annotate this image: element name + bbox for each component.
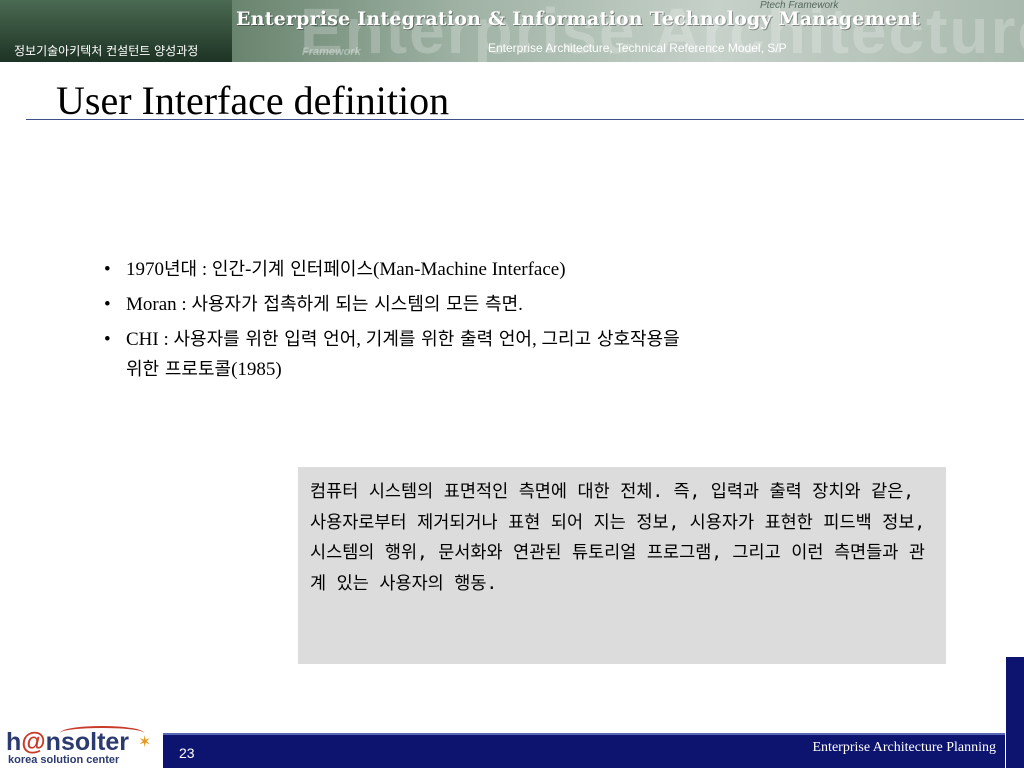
bullet-dot-icon: •	[104, 294, 111, 315]
bullet-dot-icon: •	[104, 329, 111, 350]
header-watermark-small: Framework	[302, 46, 361, 58]
footer-bar: 23 Enterprise Architecture Planning	[163, 735, 1005, 768]
slide-title: User Interface definition	[56, 78, 450, 123]
bullet-item-chi-line2: 위한 프로토콜(1985)	[126, 359, 282, 380]
definition-callout: 컴퓨터 시스템의 표면적인 측면에 대한 전체. 즉, 입력과 출력 장치와 같…	[298, 467, 946, 664]
logo-star-icon: ✶	[138, 734, 152, 751]
header-course: 정보기술아키텍처 컨설턴트 양성과정	[14, 44, 199, 58]
bullet-item-chi: • CHI : 사용자를 위한 입력 언어, 기계를 위한 출력 언어, 그리고…	[104, 324, 974, 386]
header-subtitle: Enterprise Architecture, Technical Refer…	[488, 41, 787, 55]
logo-tagline: korea solution center	[8, 754, 120, 766]
hansolter-logo: h@nsolter ✶ korea solution center	[6, 726, 156, 768]
logo-wordmark: h@nsolter	[6, 728, 130, 756]
page-number: 23	[179, 745, 195, 761]
bullet-item-moran: • Moran : 사용자가 접촉하게 되는 시스템의 모든 측면.	[104, 289, 974, 321]
side-accent-bar	[1006, 657, 1024, 768]
bullet-list: • 1970년대 : 인간-기계 인터페이스(Man-Machine Inter…	[104, 254, 974, 389]
bullet-dot-icon: •	[104, 259, 111, 280]
bullet-item-1970s: • 1970년대 : 인간-기계 인터페이스(Man-Machine Inter…	[104, 254, 974, 286]
header-banner: Enterprise Architecture Model Framework …	[0, 0, 1024, 62]
title-divider	[26, 119, 1024, 120]
header-title: Enterprise Integration & Information Tec…	[236, 8, 921, 30]
footer-course-name: Enterprise Architecture Planning	[812, 740, 997, 755]
